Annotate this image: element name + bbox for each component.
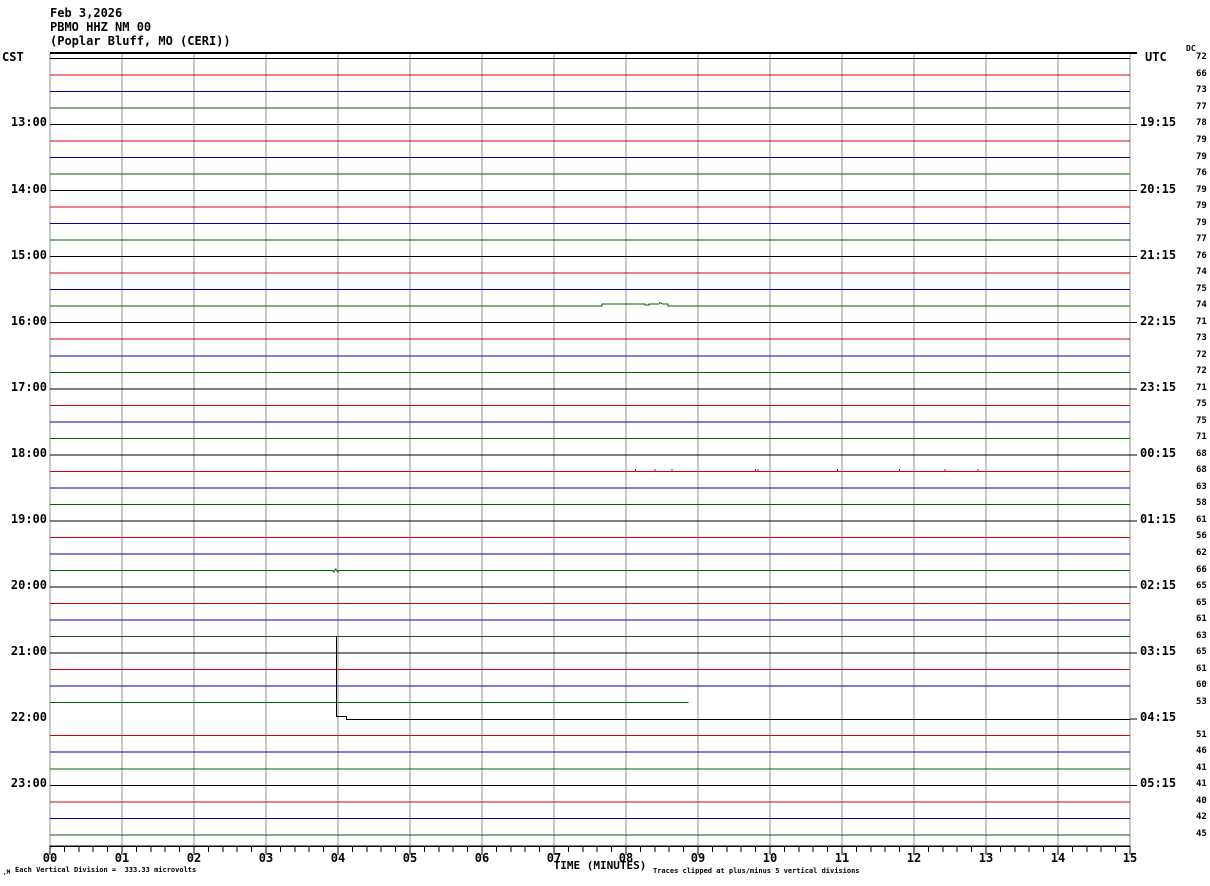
utc-hour-label: 02:15 — [1140, 578, 1177, 593]
dc-offset-value: 75 — [1196, 283, 1207, 294]
dc-offset-value: 41 — [1196, 762, 1207, 773]
utc-hour-label: 22:15 — [1140, 313, 1177, 328]
dc-offset-value: 73 — [1196, 333, 1207, 344]
dc-offset-value: 66 — [1196, 68, 1207, 79]
cst-hour-label: 23:00 — [10, 776, 47, 791]
dc-offset-value: 74 — [1196, 267, 1207, 278]
utc-hour-label: 00:15 — [1140, 445, 1177, 460]
x-tick-label: 06 — [474, 851, 490, 865]
cst-hour-label: 15:00 — [10, 247, 47, 262]
x-tick-label: 12 — [906, 851, 922, 865]
dc-offset-value: 78 — [1196, 118, 1207, 129]
trace-line-clipped-spike — [336, 636, 1130, 721]
dc-offset-value: 40 — [1196, 795, 1207, 806]
dc-offset-value: 79 — [1196, 151, 1207, 162]
cst-hour-label: 19:00 — [10, 511, 47, 526]
dc-offset-value: 61 — [1196, 514, 1207, 525]
station-label: PBMO HHZ NM 00 — [50, 20, 152, 34]
utc-hour-label: 01:15 — [1140, 511, 1177, 526]
x-tick-label: 00 — [42, 851, 58, 865]
dc-offset-value: 62 — [1196, 548, 1207, 558]
dc-offset-value: 56 — [1196, 531, 1207, 542]
cst-hour-label: 21:00 — [10, 644, 47, 659]
plot-area — [49, 52, 1137, 855]
x-tick-label: 02 — [186, 851, 202, 865]
cst-hour-label: 18:00 — [10, 445, 47, 460]
dc-offset-value: 75 — [1196, 399, 1207, 410]
dc-offset-value: 79 — [1196, 217, 1207, 228]
dc-offset-value: 41 — [1196, 779, 1207, 790]
utc-axis-label: UTC — [1145, 50, 1167, 64]
dc-offset-value: 71 — [1196, 382, 1207, 393]
station-location-label: (Poplar Bluff, MO (CERI)) — [50, 34, 231, 48]
cst-hour-label: 14:00 — [10, 181, 47, 196]
dc-offset-value: 63 — [1196, 481, 1207, 492]
x-tick-label: 09 — [690, 851, 706, 865]
dc-offset-value: 58 — [1196, 498, 1207, 509]
utc-hour-label: 05:15 — [1140, 776, 1177, 791]
dc-offset-value: 73 — [1196, 85, 1207, 96]
dc-offset-value: 65 — [1196, 581, 1207, 592]
cst-hour-label: 22:00 — [10, 710, 47, 725]
division-scale-note: Each Vertical Division = 333.33 microvol… — [15, 866, 197, 874]
dc-offset-value: 79 — [1196, 135, 1207, 145]
utc-hour-label: 20:15 — [1140, 181, 1177, 196]
cst-hour-label: 20:00 — [10, 578, 47, 593]
date-label: Feb 3,2026 — [50, 6, 123, 20]
utc-hour-label: 21:15 — [1140, 247, 1177, 262]
dc-offset-value: 76 — [1196, 168, 1207, 179]
dc-offset-value: 61 — [1196, 614, 1207, 625]
cst-hour-label: 17:00 — [10, 379, 47, 394]
dc-offset-value: 72 — [1196, 52, 1207, 63]
utc-hour-label: 23:15 — [1140, 379, 1177, 394]
dc-offset-value: 42 — [1196, 812, 1207, 823]
dc-offset-value: 46 — [1196, 746, 1207, 757]
dc-offset-value: 79 — [1196, 184, 1207, 195]
x-tick-label: 03 — [258, 851, 274, 865]
dc-offset-value: 72 — [1196, 366, 1207, 377]
dc-offset-value: 61 — [1196, 663, 1207, 674]
x-tick-label: 05 — [402, 851, 418, 865]
dc-offset-value: 53 — [1196, 696, 1207, 707]
x-tick-label: 14 — [1050, 851, 1066, 865]
dc-offset-value: 77 — [1196, 234, 1207, 245]
dc-offset-value: 65 — [1196, 647, 1207, 658]
trace-line-elevated — [50, 302, 1130, 307]
cst-axis-label: CST — [2, 50, 24, 64]
dc-offset-value: 68 — [1196, 465, 1207, 476]
dc-offset-value: 79 — [1196, 201, 1207, 212]
clip-note: Traces clipped at plus/minus 5 vertical … — [653, 867, 860, 875]
x-tick-label: 10 — [762, 851, 778, 865]
x-tick-label: 11 — [834, 851, 850, 865]
dc-offset-value: 63 — [1196, 630, 1207, 641]
x-tick-label: 07 — [546, 851, 562, 865]
x-tick-label: 08 — [618, 851, 634, 865]
utc-hour-label: 03:15 — [1140, 644, 1177, 659]
dc-offset-value: 77 — [1196, 101, 1207, 112]
dc-offset-value: 71 — [1196, 432, 1207, 443]
dc-offset-value: 71 — [1196, 316, 1207, 327]
x-tick-label: 15 — [1122, 851, 1138, 865]
dc-offset-value: 75 — [1196, 415, 1207, 426]
dc-offset-value: 45 — [1196, 828, 1207, 839]
helicorder-display: Feb 3,2026 PBMO HHZ NM 00 (Poplar Bluff,… — [0, 0, 1210, 886]
x-tick-label: 01 — [114, 851, 130, 865]
dc-offset-value: 68 — [1196, 448, 1207, 459]
x-tick-label: 04 — [330, 851, 346, 865]
dc-offset-value: 66 — [1196, 564, 1207, 575]
dc-offset-value: 60 — [1196, 680, 1207, 691]
utc-hour-label: 04:15 — [1140, 710, 1177, 725]
dc-offset-value: 51 — [1196, 729, 1207, 740]
utc-hour-label: 19:15 — [1140, 115, 1177, 130]
corner-mark: ,M — [3, 869, 11, 876]
trace-line-blip — [50, 568, 1130, 573]
dc-column-label: DC — [1186, 44, 1196, 53]
cst-hour-label: 13:00 — [10, 115, 47, 130]
cst-hour-label: 16:00 — [10, 313, 47, 328]
dc-offset-value: 76 — [1196, 250, 1207, 261]
dc-offset-value: 74 — [1196, 300, 1207, 311]
dc-offset-value: 72 — [1196, 349, 1207, 360]
dc-offset-value: 65 — [1196, 597, 1207, 608]
x-tick-label: 13 — [978, 851, 994, 865]
